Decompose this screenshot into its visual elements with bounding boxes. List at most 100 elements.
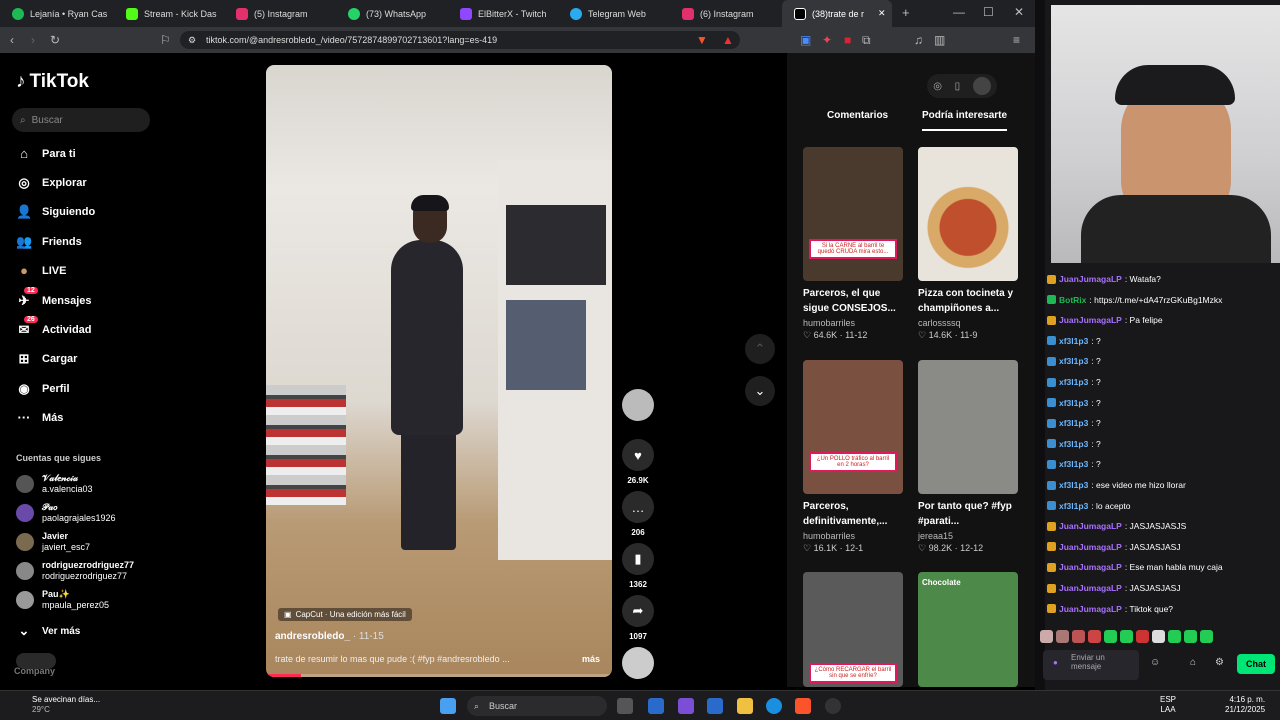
maximize-button[interactable]: ☐	[983, 5, 994, 19]
extension-icon[interactable]: ✦	[822, 33, 832, 47]
video-card[interactable]: ¿Un POLLO tráfico al barril en 2 horas? …	[803, 360, 905, 554]
author-avatar-button[interactable]	[622, 389, 654, 421]
chat-username[interactable]: JuanJumagaLP	[1059, 541, 1122, 553]
chat-username[interactable]: JuanJumagaLP	[1059, 561, 1122, 573]
nav-item-siguiendo[interactable]: 👤 Siguiendo	[16, 204, 95, 220]
emote-icon[interactable]	[1040, 630, 1053, 643]
compass-icon[interactable]: ◎	[933, 81, 942, 92]
windows-start-icon[interactable]	[440, 698, 456, 714]
site-info-icon[interactable]: ⚙	[188, 31, 196, 49]
previous-video-button[interactable]: ⌃	[745, 334, 775, 364]
emote-icon[interactable]	[1152, 630, 1165, 643]
video-card[interactable]: ¿Cómo RECARGAR el barril sin que se enfr…	[803, 572, 905, 687]
new-tab-button[interactable]: +	[902, 5, 910, 20]
see-more-link[interactable]: ⌄ Ver más	[16, 623, 81, 639]
forward-icon[interactable]: ›	[31, 33, 35, 47]
url-bar[interactable]: ⚙ tiktok.com/@andresrobledo_/video/757287…	[180, 31, 740, 49]
close-window-button[interactable]: ✕	[1014, 5, 1024, 19]
close-tab-icon[interactable]: ✕	[878, 8, 886, 19]
chat-username[interactable]: xf3l1p3	[1059, 479, 1088, 491]
nav-item-mensajes[interactable]: ✈ 12 Mensajes	[16, 287, 92, 309]
following-account[interactable]: Javier javiert_esc7	[16, 531, 90, 553]
nav-item-live[interactable]: ● LIVE	[16, 263, 66, 278]
nav-item-perfil[interactable]: ◉ Perfil	[16, 381, 69, 397]
chat-send-button[interactable]: Chat	[1237, 654, 1275, 674]
browser-tab[interactable]: (6) Instagram	[670, 0, 782, 27]
browser-tab[interactable]: Telegram Web	[558, 0, 670, 27]
menu-icon[interactable]: ≡	[1013, 33, 1020, 47]
emote-icon[interactable]	[1072, 630, 1085, 643]
tiktok-logo[interactable]: ♪ TikTok	[16, 71, 89, 93]
video-card[interactable]: Pizza con tocineta y champiñones a... ca…	[918, 147, 1020, 341]
video-author[interactable]: andresrobledo_ · 11-15	[275, 631, 384, 642]
chat-username[interactable]: xf3l1p3	[1059, 500, 1088, 512]
emote-picker-icon[interactable]: ☺	[1150, 657, 1160, 668]
tab-comentarios[interactable]: Comentarios	[827, 110, 888, 121]
sound-avatar-button[interactable]	[622, 647, 654, 679]
video-card[interactable]: Por tanto que? #fyp #parati... jereaa15 …	[918, 360, 1020, 554]
browser-tab[interactable]: Lejanía • Ryan Cas	[0, 0, 118, 27]
following-account[interactable]: 𝒫𝒶𝑜 paolagrajales1926	[16, 502, 116, 524]
obs-icon[interactable]	[825, 698, 841, 714]
chat-username[interactable]: JuanJumagaLP	[1059, 314, 1122, 326]
app-icon[interactable]	[648, 698, 664, 714]
browser-tab[interactable]: (73) WhatsApp	[336, 0, 448, 27]
chat-username[interactable]: xf3l1p3	[1059, 438, 1088, 450]
capcut-watermark[interactable]: ▣ CapCut · Una edición más fácil	[278, 608, 412, 621]
store-icon[interactable]	[707, 698, 723, 714]
brave-shield-icon[interactable]: ▼	[696, 33, 708, 47]
minimize-button[interactable]: —	[953, 5, 965, 19]
comment-button[interactable]: … 206	[622, 491, 654, 537]
chat-username[interactable]: xf3l1p3	[1059, 335, 1088, 347]
browser-tab[interactable]: ElBitterX - Twitch	[448, 0, 560, 27]
save-button[interactable]: ▮ 1362	[622, 543, 654, 589]
next-video-button[interactable]: ⌄	[745, 376, 775, 406]
chat-username[interactable]: BotRix	[1059, 294, 1086, 306]
chat-username[interactable]: xf3l1p3	[1059, 417, 1088, 429]
brave-rewards-icon[interactable]: ▲	[722, 33, 734, 47]
share-button[interactable]: ➦ 1097	[622, 595, 654, 641]
chat-username[interactable]: JuanJumagaLP	[1059, 520, 1122, 532]
weather-widget[interactable]: Se avecinan días... 29°C	[8, 695, 100, 715]
clock[interactable]: 4:16 p. m. 21/12/2025	[1225, 695, 1265, 715]
emote-icon[interactable]	[1104, 630, 1117, 643]
chat-input[interactable]: ● Enviar un mensaje	[1043, 650, 1139, 680]
store-icon[interactable]: ⌂	[1190, 657, 1196, 668]
nav-item-friends[interactable]: 👥 Friends	[16, 234, 82, 250]
video-player[interactable]: ▣ CapCut · Una edición más fácil andresro…	[266, 65, 612, 677]
media-icon[interactable]: ♫	[914, 33, 923, 47]
settings-gear-icon[interactable]: ⚙	[1215, 657, 1224, 668]
sidebar-icon[interactable]: ▥	[934, 33, 945, 47]
chat-username[interactable]: JuanJumagaLP	[1059, 582, 1122, 594]
nav-item-para-ti[interactable]: ⌂ Para ti	[16, 146, 76, 161]
bookmark-icon[interactable]: ⚐	[160, 33, 171, 47]
brave-icon[interactable]	[795, 698, 811, 714]
chat-username[interactable]: JuanJumagaLP	[1059, 273, 1122, 285]
emote-icon[interactable]	[1088, 630, 1101, 643]
emote-icon[interactable]	[1136, 630, 1149, 643]
chat-username[interactable]: xf3l1p3	[1059, 355, 1088, 367]
reload-icon[interactable]: ↻	[50, 33, 60, 47]
chat-username[interactable]: xf3l1p3	[1059, 397, 1088, 409]
like-button[interactable]: ♥ 26.9K	[622, 439, 654, 485]
more-link[interactable]: más	[582, 654, 600, 664]
following-account[interactable]: rodriguezrodriguez77 rodriguezrodriguez77	[16, 560, 134, 582]
nav-item-mas[interactable]: ··· Más	[16, 410, 64, 425]
chat-username[interactable]: JuanJumagaLP	[1059, 603, 1122, 615]
copilot-icon[interactable]	[678, 698, 694, 714]
video-card[interactable]: Chocolate	[918, 572, 1020, 687]
emote-icon[interactable]	[1200, 630, 1213, 643]
emote-icon[interactable]	[1120, 630, 1133, 643]
tab-podria-interesarte[interactable]: Podría interesarte	[922, 110, 1008, 131]
edge-icon[interactable]	[766, 698, 782, 714]
file-explorer-icon[interactable]	[737, 698, 753, 714]
following-account[interactable]: 𝒱𝒶𝓁𝑒𝓃𝒸𝒾𝒶 a.valencia03	[16, 473, 93, 495]
chat-username[interactable]: xf3l1p3	[1059, 376, 1088, 388]
nav-item-cargar[interactable]: ⊞ Cargar	[16, 351, 78, 367]
nav-item-actividad[interactable]: ✉ 26 Actividad	[16, 316, 92, 338]
task-view-icon[interactable]	[617, 698, 633, 714]
emote-icon[interactable]	[1168, 630, 1181, 643]
taskbar-search[interactable]: ⌕ Buscar	[467, 696, 607, 716]
emote-icon[interactable]	[1184, 630, 1197, 643]
following-account[interactable]: Pau✨ mpaula_perez05	[16, 589, 109, 611]
